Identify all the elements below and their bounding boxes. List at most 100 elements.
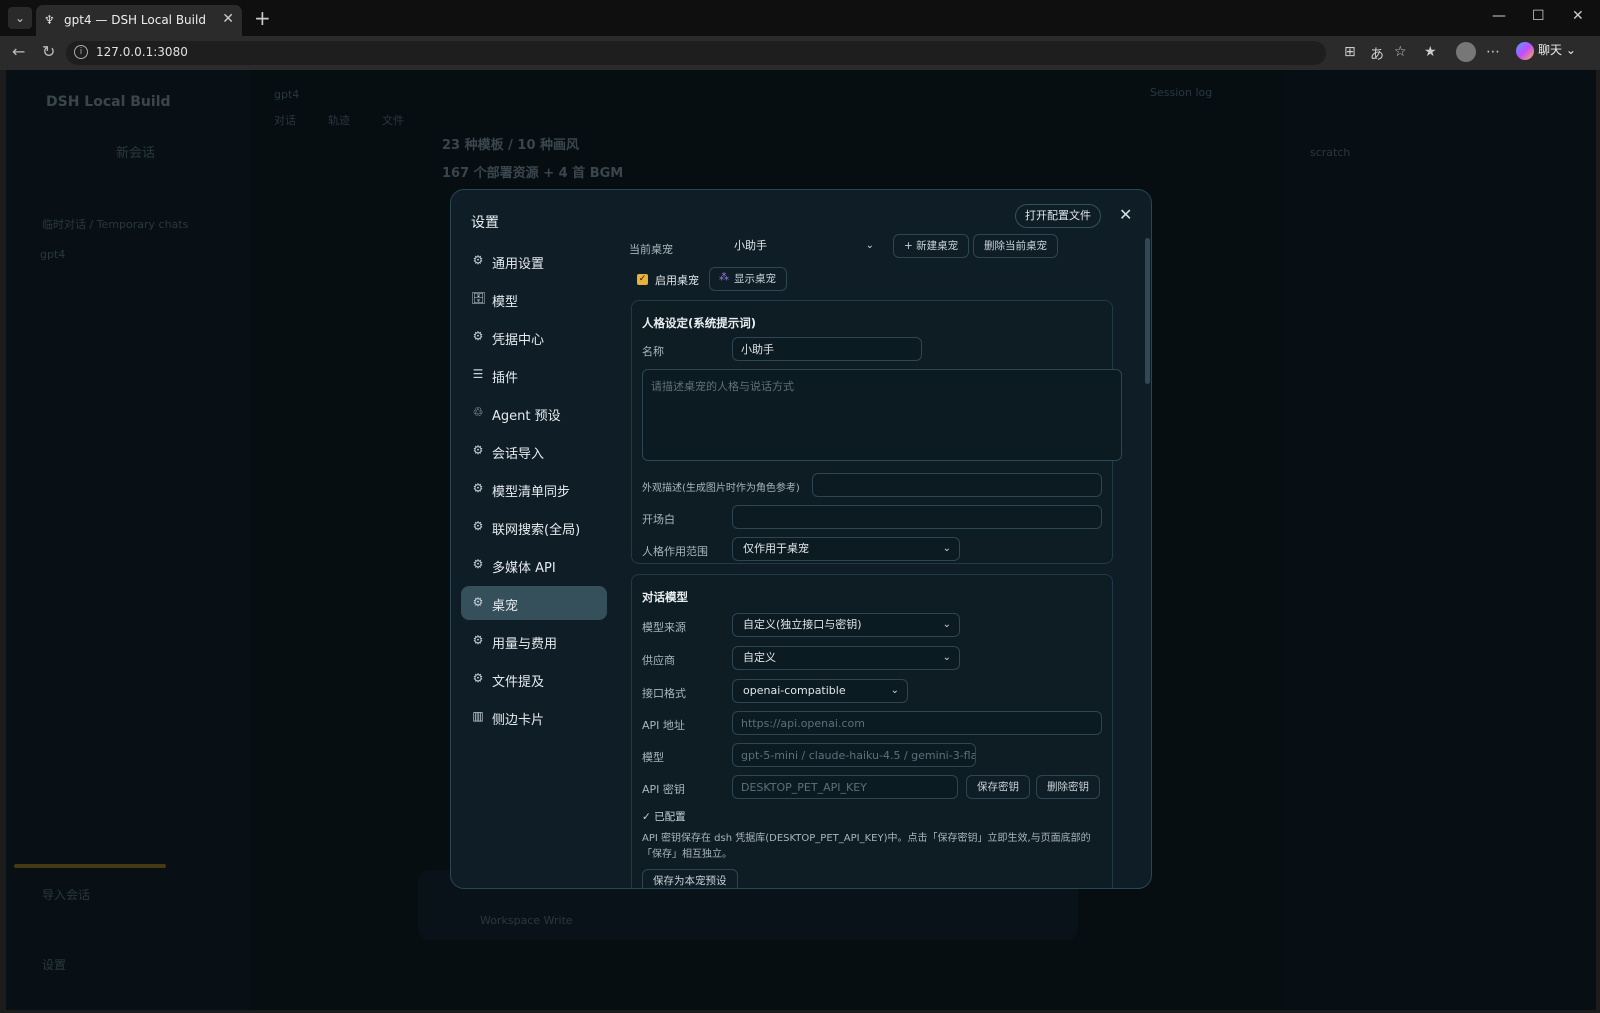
profile-avatar[interactable] bbox=[1456, 42, 1476, 62]
new-pet-button[interactable]: + 新建桌宠 bbox=[893, 234, 970, 258]
minimize-icon[interactable]: — bbox=[1492, 8, 1506, 24]
back-icon[interactable]: ← bbox=[12, 42, 25, 61]
chevron-down-icon: ⌄ bbox=[942, 543, 951, 554]
save-preset-button[interactable]: 保存为本宠预设 bbox=[642, 869, 738, 888]
delete-key-button[interactable]: 删除密钥 bbox=[1036, 775, 1100, 799]
provider-select[interactable]: 自定义 ⌄ bbox=[732, 646, 960, 670]
settings-nav-label: Agent 预设 bbox=[492, 409, 561, 424]
settings-nav-label: 用量与费用 bbox=[492, 637, 558, 652]
url-field[interactable]: i 127.0.0.1:3080 bbox=[66, 41, 1326, 65]
api-key-input[interactable] bbox=[732, 775, 958, 799]
translate-icon[interactable]: あ bbox=[1370, 44, 1384, 64]
new-tab-button[interactable]: + bbox=[254, 6, 271, 30]
provider-value: 自定义 bbox=[743, 651, 776, 664]
delete-pet-button[interactable]: 删除当前桌宠 bbox=[973, 234, 1058, 258]
chevron-down-icon: ⌄ bbox=[942, 652, 951, 663]
gear-icon: ⚙ bbox=[472, 253, 484, 267]
format-value: openai-compatible bbox=[743, 684, 846, 697]
settings-nav-item[interactable]: ⚙ 模型清单同步 bbox=[461, 472, 607, 506]
address-bar: ← ↻ i 127.0.0.1:3080 ⊞ あ ☆ ★ ⋯ bbox=[0, 36, 1600, 70]
current-pet-select[interactable]: 小助手 ⌄ bbox=[723, 234, 883, 258]
chevron-down-icon: ⌄ bbox=[890, 685, 899, 696]
scope-select[interactable]: 仅作用于桌宠 ⌄ bbox=[732, 537, 960, 561]
settings-nav-label: 会话导入 bbox=[492, 447, 545, 462]
settings-nav-label: 模型 bbox=[492, 295, 519, 310]
app-icon[interactable]: ⊞ bbox=[1344, 44, 1356, 60]
api-key-label: API 密钥 bbox=[642, 783, 685, 796]
gear-icon: ⚙ bbox=[472, 481, 484, 495]
close-tab-icon[interactable]: ✕ bbox=[222, 11, 234, 27]
more-icon[interactable]: ⋯ bbox=[1486, 44, 1500, 60]
save-key-button[interactable]: 保存密钥 bbox=[966, 775, 1030, 799]
database-icon: 🗄 bbox=[471, 291, 487, 305]
copilot-chat-button[interactable]: 聊天 ⌄ bbox=[1516, 41, 1576, 63]
gear-icon: ⚙ bbox=[472, 671, 484, 685]
settings-nav-item[interactable]: ⚙ 会话导入 bbox=[461, 434, 607, 468]
settings-nav-item[interactable]: ⚙ 多媒体 API bbox=[461, 548, 607, 582]
gear-icon: ⚙ bbox=[472, 633, 484, 647]
current-pet-value: 小助手 bbox=[734, 239, 767, 252]
gear-icon: ⚙ bbox=[472, 519, 484, 533]
appearance-input[interactable] bbox=[812, 473, 1102, 497]
open-config-button[interactable]: 打开配置文件 bbox=[1015, 204, 1101, 228]
settings-nav-item[interactable]: ⚙ 文件提及 bbox=[461, 662, 607, 696]
sliders-icon: ☰ bbox=[472, 367, 484, 381]
settings-nav-label: 通用设置 bbox=[492, 257, 545, 272]
browser-tab[interactable]: ♆ gpt4 — DSH Local Build ✕ bbox=[36, 5, 242, 36]
settings-nav-label: 文件提及 bbox=[492, 675, 545, 690]
name-label: 名称 bbox=[642, 345, 664, 358]
settings-nav-item[interactable]: ⚙ 联网搜索(全局) bbox=[461, 510, 607, 544]
favicon-icon: ♆ bbox=[44, 13, 55, 27]
persona-section: 人格设定(系统提示词) 名称 外观描述(生成图片时作为角色参考) 开场白 人格作… bbox=[631, 300, 1122, 564]
settings-nav-item[interactable]: ⚙ 用量与费用 bbox=[461, 624, 607, 658]
settings-nav-label: 模型清单同步 bbox=[492, 485, 571, 500]
favorites-icon[interactable]: ★ bbox=[1424, 44, 1437, 60]
agent-icon: ♲ bbox=[472, 405, 484, 419]
model-label: 模型 bbox=[642, 751, 664, 764]
settings-nav-item[interactable]: ▥ 侧边卡片 bbox=[461, 700, 607, 734]
gear-icon: ⚙ bbox=[472, 329, 484, 343]
settings-nav-item[interactable]: ☰ 插件 bbox=[461, 358, 607, 392]
modal-scrollbar[interactable] bbox=[1145, 238, 1150, 384]
enable-pet-checkbox[interactable]: ✓ bbox=[637, 274, 648, 285]
persona-title: 人格设定(系统提示词) bbox=[642, 316, 757, 330]
current-pet-label: 当前桌宠 bbox=[629, 243, 673, 256]
scope-label: 人格作用范围 bbox=[642, 545, 708, 558]
api-key-note: API 密钥保存在 dsh 凭据库(DESKTOP_PET_API_KEY)中。… bbox=[642, 833, 1091, 860]
close-window-icon[interactable]: ✕ bbox=[1572, 8, 1584, 24]
settings-nav-item[interactable]: ⚙ 桌宠 bbox=[461, 586, 607, 620]
tab-title: gpt4 — DSH Local Build bbox=[64, 13, 206, 27]
settings-nav-label: 联网搜索(全局) bbox=[492, 523, 581, 538]
format-select[interactable]: openai-compatible ⌄ bbox=[732, 679, 908, 703]
reload-icon[interactable]: ↻ bbox=[42, 42, 55, 61]
scope-value: 仅作用于桌宠 bbox=[743, 542, 809, 555]
modal-title: 设置 bbox=[471, 215, 499, 231]
copilot-icon bbox=[1516, 41, 1534, 60]
settings-nav-item[interactable]: ⚙ 凭据中心 bbox=[461, 320, 607, 354]
opening-label: 开场白 bbox=[642, 513, 675, 526]
gear-icon: ⚙ bbox=[472, 443, 484, 457]
settings-nav-label: 侧边卡片 bbox=[492, 713, 545, 728]
chevron-down-icon: ⌄ bbox=[942, 619, 951, 630]
model-input[interactable] bbox=[732, 743, 976, 767]
sparkle-icon: ⁂ bbox=[719, 272, 729, 283]
settings-nav: ⚙ 通用设置 🗄 模型 ⚙ 凭据中心 ☰ 插件 ♲ Agent 预设 ⚙ 会话导入 ⚙ 模型清单同步 ⚙ 联网… bbox=[461, 244, 607, 738]
settings-nav-item[interactable]: ⚙ 通用设置 bbox=[461, 244, 607, 278]
maximize-icon[interactable]: ☐ bbox=[1532, 8, 1545, 24]
settings-nav-label: 凭据中心 bbox=[492, 333, 545, 348]
tab-list-button[interactable]: ⌄ bbox=[8, 7, 32, 29]
show-pet-label: 显示桌宠 bbox=[734, 273, 776, 285]
settings-nav-item[interactable]: ♲ Agent 预设 bbox=[461, 396, 607, 430]
close-icon[interactable]: ✕ bbox=[1119, 205, 1132, 224]
site-info-icon[interactable]: i bbox=[74, 45, 88, 59]
chevron-down-icon: ⌄ bbox=[865, 240, 874, 251]
api-url-input[interactable] bbox=[732, 711, 1102, 735]
settings-nav-label: 桌宠 bbox=[492, 599, 519, 614]
opening-input[interactable] bbox=[732, 505, 1102, 529]
appearance-label: 外观描述(生成图片时作为角色参考) bbox=[642, 483, 800, 494]
star-icon[interactable]: ☆ bbox=[1394, 44, 1407, 60]
persona-prompt-textarea[interactable] bbox=[642, 369, 1122, 461]
settings-nav-item[interactable]: 🗄 模型 bbox=[461, 282, 607, 316]
source-select[interactable]: 自定义(独立接口与密钥) ⌄ bbox=[732, 613, 960, 637]
name-input[interactable] bbox=[732, 337, 922, 361]
